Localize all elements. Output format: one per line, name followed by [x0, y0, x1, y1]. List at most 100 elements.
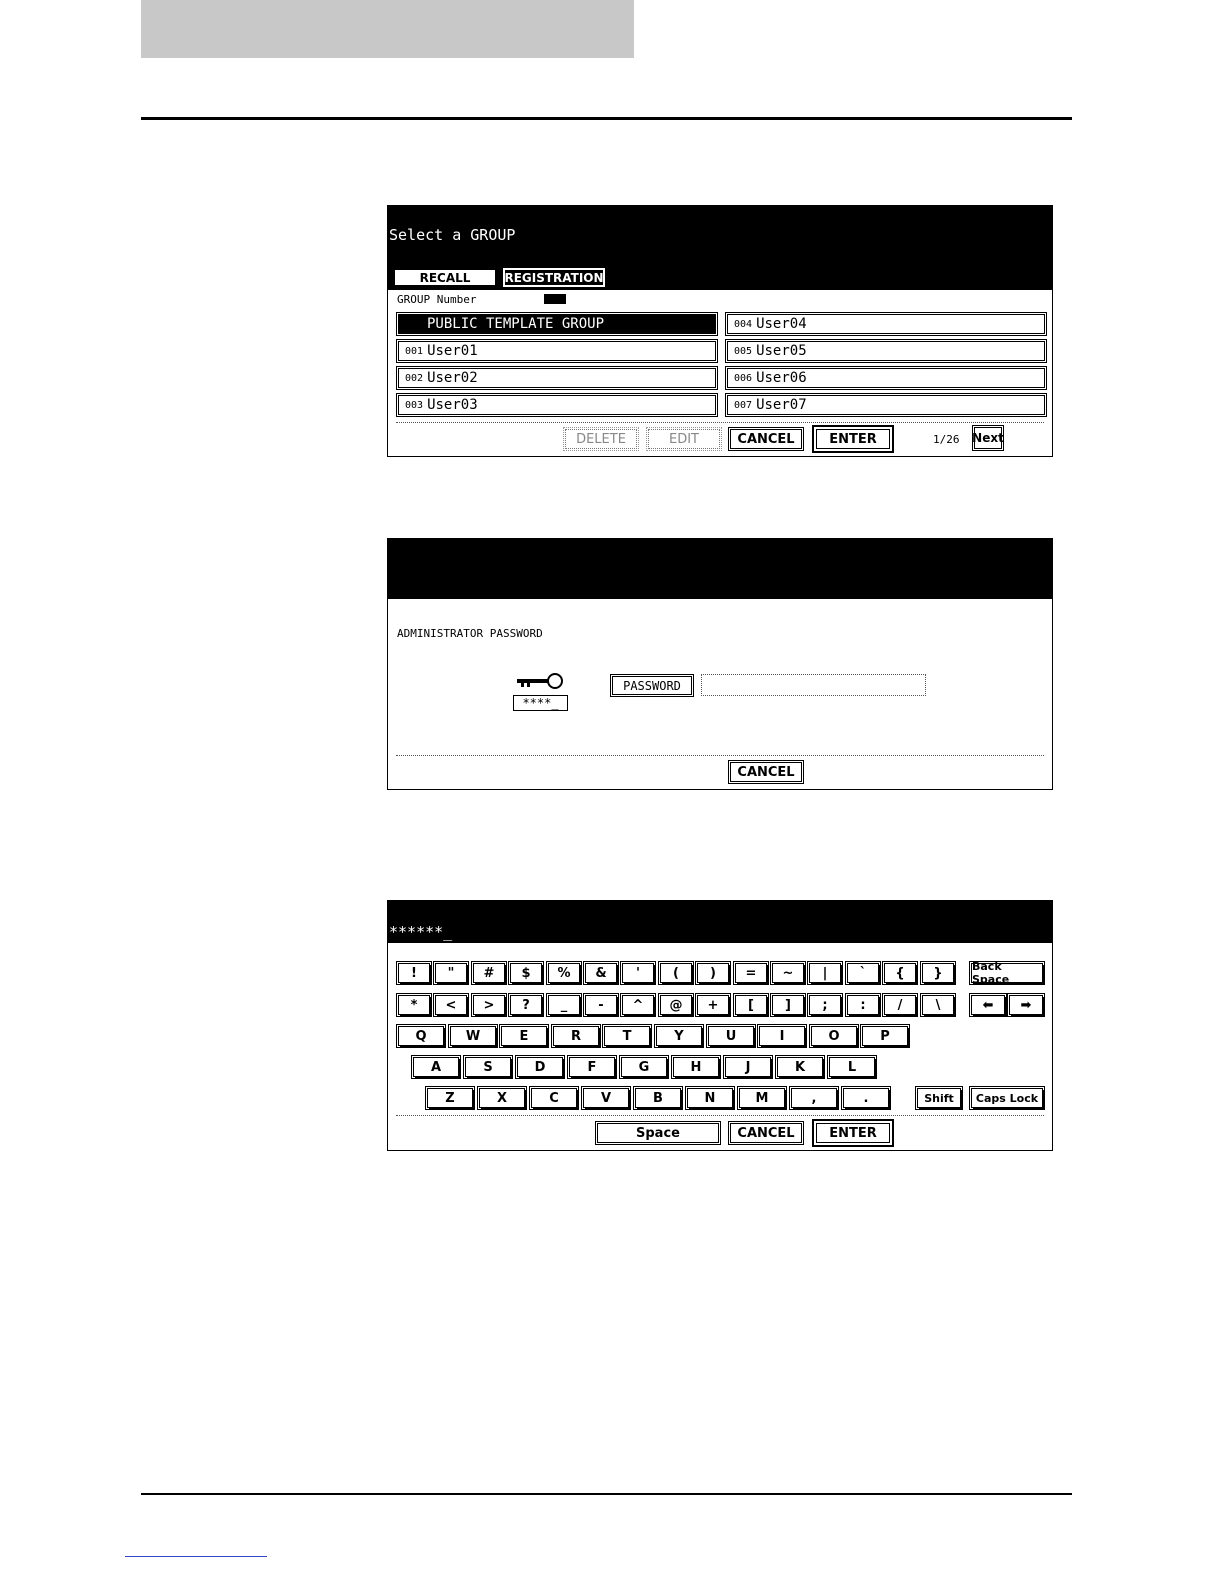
- group-name: User04: [756, 316, 807, 332]
- top-rule: [141, 117, 1072, 120]
- key-row1-13[interactable]: {: [882, 961, 918, 985]
- admin-password-label: ADMINISTRATOR PASSWORD: [397, 627, 543, 640]
- group-number-field[interactable]: [544, 294, 566, 304]
- key-row5-2[interactable]: C: [529, 1086, 579, 1110]
- key-row4-5[interactable]: H: [671, 1055, 721, 1079]
- key-row2-10[interactable]: ]: [770, 993, 806, 1017]
- key-row3-5[interactable]: Y: [654, 1024, 704, 1048]
- key-row1-0[interactable]: !: [396, 961, 432, 985]
- group-button[interactable]: 003 User03: [396, 393, 718, 417]
- key-row3-2[interactable]: E: [499, 1024, 549, 1048]
- group-number: 003: [405, 399, 424, 411]
- group-button[interactable]: 001 User01: [396, 339, 718, 363]
- enter-button[interactable]: ENTER: [812, 425, 894, 453]
- key-row2-2[interactable]: >: [471, 993, 507, 1017]
- key-row1-4[interactable]: %: [546, 961, 582, 985]
- key-row3-4[interactable]: T: [602, 1024, 652, 1048]
- key-row1-9[interactable]: =: [733, 961, 769, 985]
- password-button[interactable]: PASSWORD: [610, 674, 694, 697]
- group-button[interactable]: 006 User06: [725, 366, 1047, 390]
- group-button[interactable]: 007 User07: [725, 393, 1047, 417]
- back-space-key[interactable]: Back Space: [969, 960, 1045, 986]
- key-row2-5[interactable]: -: [583, 993, 619, 1017]
- cancel-button[interactable]: CANCEL: [728, 427, 804, 451]
- key-row4-8[interactable]: L: [827, 1055, 877, 1079]
- enter-button[interactable]: ENTER: [812, 1119, 894, 1147]
- right-arrow-key[interactable]: ➡: [1007, 993, 1045, 1017]
- key-row3-8[interactable]: O: [809, 1024, 859, 1048]
- key-row5-1[interactable]: X: [477, 1086, 527, 1110]
- key-row5-8[interactable]: .: [841, 1086, 891, 1110]
- key-row2-8[interactable]: +: [695, 993, 731, 1017]
- group-number: 006: [734, 372, 753, 384]
- public-template-group-button[interactable]: PUBLIC TEMPLATE GROUP: [396, 312, 718, 336]
- tab-recall[interactable]: RECALL: [393, 268, 497, 287]
- key-row2-9[interactable]: [: [733, 993, 769, 1017]
- group-button[interactable]: 002 User02: [396, 366, 718, 390]
- key-row3-1[interactable]: W: [448, 1024, 498, 1048]
- key-row1-7[interactable]: (: [658, 961, 694, 985]
- key-icon-text: ****_: [513, 695, 568, 711]
- key-row4-3[interactable]: F: [567, 1055, 617, 1079]
- key-row1-5[interactable]: &: [583, 961, 619, 985]
- key-row4-4[interactable]: G: [619, 1055, 669, 1079]
- key-row2-14[interactable]: \: [920, 993, 956, 1017]
- space-key[interactable]: Space: [595, 1121, 721, 1145]
- key-row2-6[interactable]: ^: [620, 993, 656, 1017]
- key-row1-12[interactable]: `: [845, 961, 881, 985]
- key-row3-6[interactable]: U: [706, 1024, 756, 1048]
- key-row5-4[interactable]: B: [633, 1086, 683, 1110]
- left-arrow-key[interactable]: ⬅: [969, 993, 1007, 1017]
- typed-input[interactable]: ******_: [389, 923, 452, 941]
- key-row1-6[interactable]: ': [620, 961, 656, 985]
- key-row1-10[interactable]: ~: [770, 961, 806, 985]
- group-number: 005: [734, 345, 753, 357]
- key-row2-13[interactable]: /: [882, 993, 918, 1017]
- group-name: User01: [427, 343, 478, 359]
- key-row1-14[interactable]: }: [920, 961, 956, 985]
- key-row5-0[interactable]: Z: [425, 1086, 475, 1110]
- cancel-button[interactable]: CANCEL: [728, 1121, 804, 1145]
- key-row5-5[interactable]: N: [685, 1086, 735, 1110]
- cancel-button[interactable]: CANCEL: [728, 760, 804, 784]
- key-row1-11[interactable]: |: [807, 961, 843, 985]
- caps-lock-key[interactable]: Caps Lock: [969, 1086, 1045, 1110]
- key-row3-0[interactable]: Q: [396, 1024, 446, 1048]
- key-row5-3[interactable]: V: [581, 1086, 631, 1110]
- key-row4-2[interactable]: D: [515, 1055, 565, 1079]
- key-row2-0[interactable]: *: [396, 993, 432, 1017]
- key-row4-1[interactable]: S: [463, 1055, 513, 1079]
- key-row1-2[interactable]: #: [471, 961, 507, 985]
- edit-button[interactable]: EDIT: [646, 427, 722, 451]
- shift-key[interactable]: Shift: [915, 1086, 963, 1110]
- title-bar: [388, 539, 1052, 599]
- key-row2-7[interactable]: @: [658, 993, 694, 1017]
- screen-title: Select a GROUP: [389, 226, 516, 244]
- password-field[interactable]: [701, 674, 926, 696]
- key-row2-3[interactable]: ?: [508, 993, 544, 1017]
- key-row2-11[interactable]: ;: [807, 993, 843, 1017]
- select-group-screen: Select a GROUP RECALL REGISTRATION GROUP…: [387, 205, 1053, 457]
- key-row2-1[interactable]: <: [433, 993, 469, 1017]
- next-button[interactable]: Next: [972, 425, 1004, 451]
- key-row3-9[interactable]: P: [860, 1024, 910, 1048]
- key-row4-0[interactable]: A: [411, 1055, 461, 1079]
- key-row1-3[interactable]: $: [508, 961, 544, 985]
- key-row1-8[interactable]: ): [695, 961, 731, 985]
- key-row1-1[interactable]: ": [433, 961, 469, 985]
- key-row5-6[interactable]: M: [737, 1086, 787, 1110]
- key-row2-12[interactable]: :: [845, 993, 881, 1017]
- key-row2-4[interactable]: _: [546, 993, 582, 1017]
- key-row3-3[interactable]: R: [551, 1024, 601, 1048]
- group-button[interactable]: 005 User05: [725, 339, 1047, 363]
- key-row4-6[interactable]: J: [723, 1055, 773, 1079]
- key-row3-7[interactable]: I: [757, 1024, 807, 1048]
- group-name: User02: [427, 370, 478, 386]
- key-row4-7[interactable]: K: [775, 1055, 825, 1079]
- tab-registration[interactable]: REGISTRATION: [502, 267, 606, 288]
- group-button[interactable]: 004 User04: [725, 312, 1047, 336]
- group-name: User06: [756, 370, 807, 386]
- key-row5-7[interactable]: ,: [789, 1086, 839, 1110]
- group-name: User05: [756, 343, 807, 359]
- delete-button[interactable]: DELETE: [563, 427, 639, 451]
